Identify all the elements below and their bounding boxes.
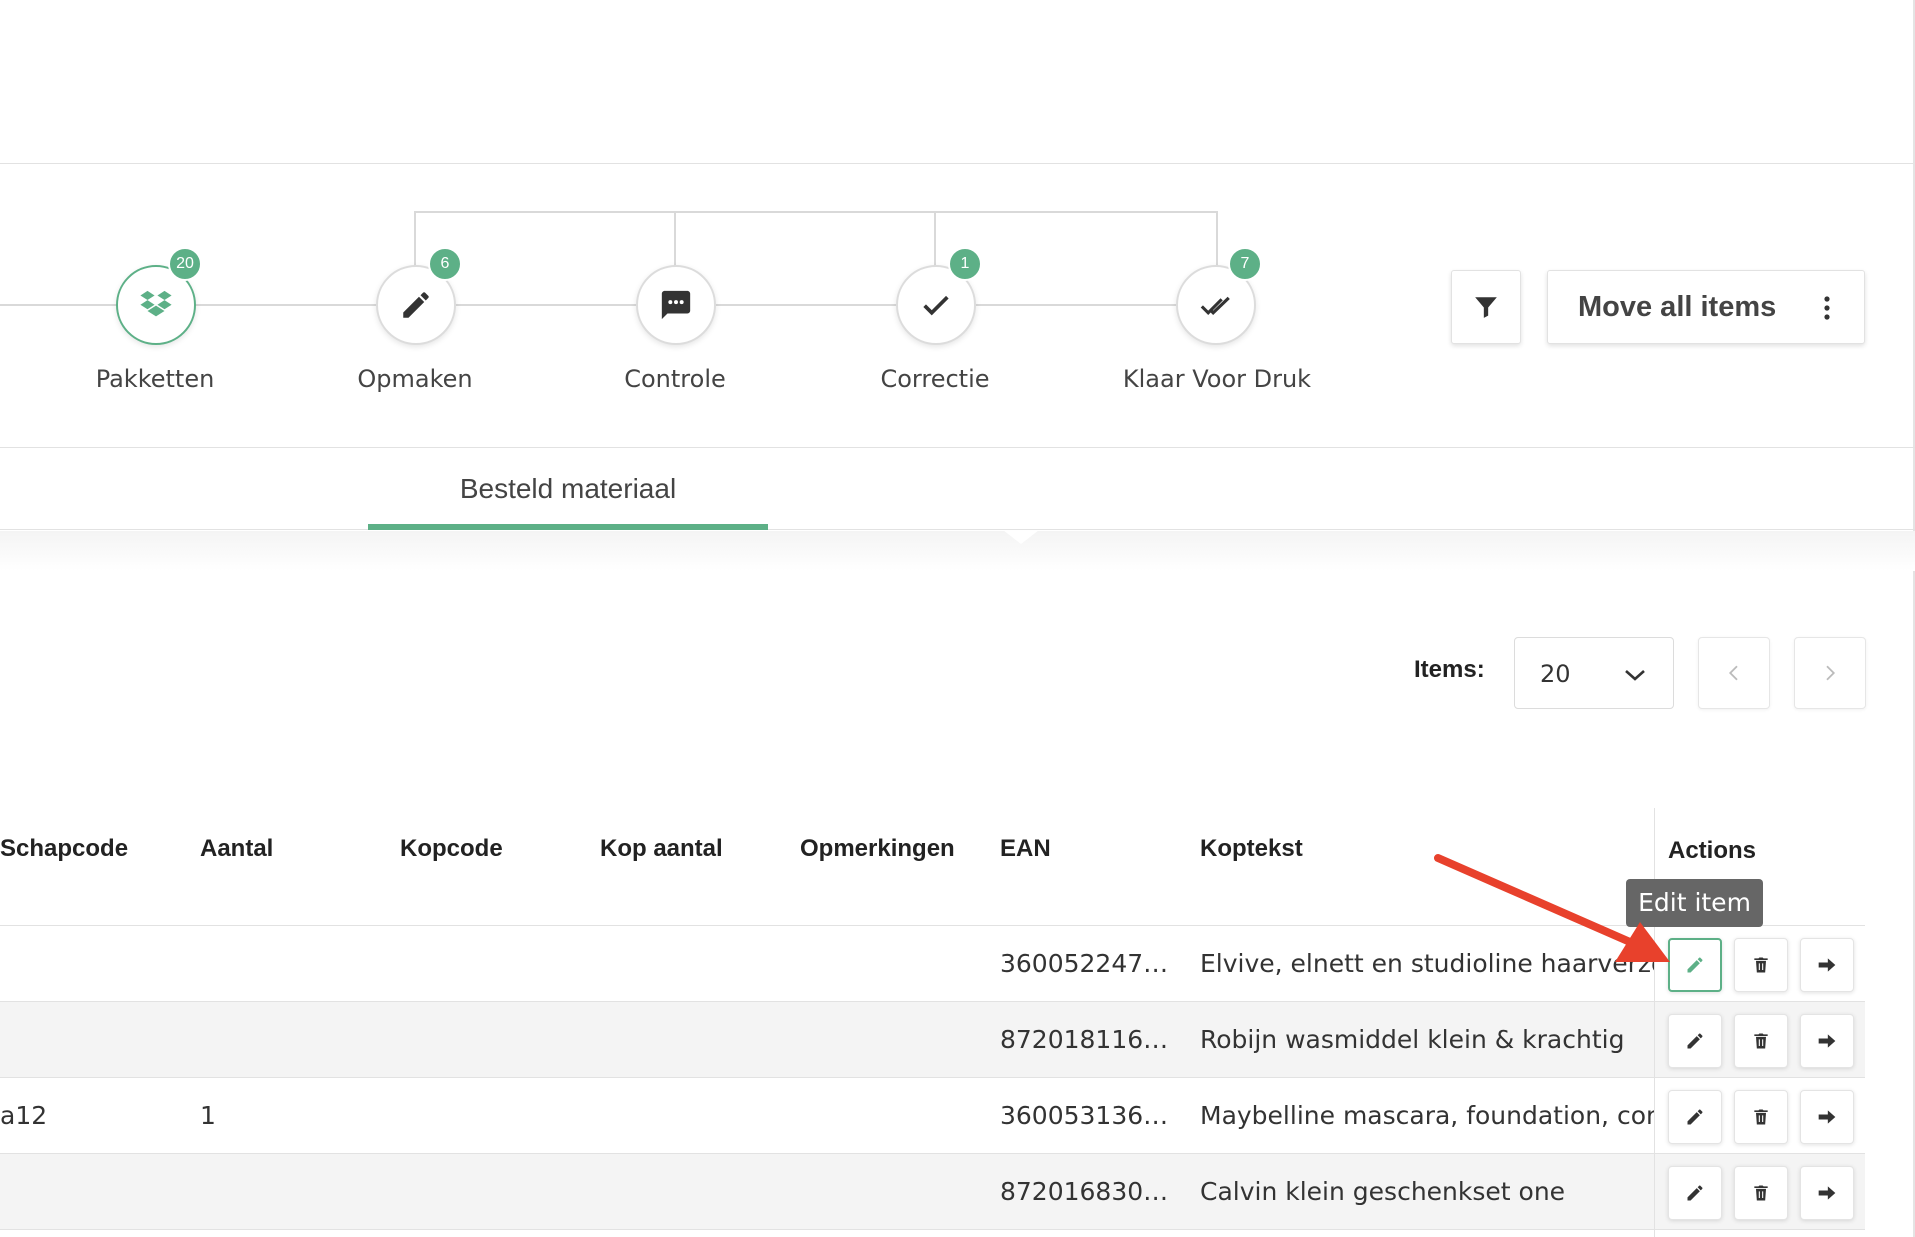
dropbox-icon [140, 290, 172, 317]
check-icon [923, 295, 949, 316]
cell-schapcode [0, 926, 190, 1001]
column-header-kop-aantal[interactable]: Kop aantal [600, 835, 723, 863]
cell-ean: 3600531369… [1000, 1101, 1170, 1130]
previous-page-button[interactable] [1698, 637, 1770, 709]
workflow-bracket [414, 211, 1218, 213]
step-badge: 7 [1228, 247, 1262, 281]
filter-button[interactable] [1451, 270, 1521, 344]
cell-schapcode [0, 1154, 190, 1229]
comment-icon [661, 290, 691, 320]
pencil-icon [1687, 1109, 1703, 1125]
bracket-drop-2 [674, 211, 676, 271]
move-all-items-button[interactable]: Move all items [1547, 270, 1865, 344]
annotation-arrow-icon [1434, 854, 1670, 962]
edit-item-button[interactable] [1668, 1090, 1722, 1144]
bracket-drop-1 [414, 211, 416, 271]
step-badge: 1 [948, 247, 982, 281]
tab-bar: Besteld materiaal [0, 449, 1915, 530]
filter-icon [1475, 297, 1497, 318]
bracket-drop-4 [1216, 211, 1218, 271]
pencil-icon [1687, 1185, 1703, 1201]
double-check-icon [1200, 296, 1230, 315]
edit-item-button[interactable] [1668, 1014, 1722, 1068]
trash-icon [1754, 1033, 1768, 1049]
cell-aantal [200, 926, 350, 1001]
arrow-right-icon [1818, 1034, 1836, 1048]
arrow-right-icon [1818, 1110, 1836, 1124]
tab-notch [1003, 530, 1039, 544]
trash-icon [1754, 1185, 1768, 1201]
move-all-items-label: Move all items [1578, 290, 1777, 323]
cell-koptekst: Calvin klein geschenkset one [1200, 1177, 1566, 1206]
column-header-koptekst[interactable]: Koptekst [1200, 835, 1303, 863]
column-header-kopcode[interactable]: Kopcode [400, 835, 503, 863]
chevron-left-icon [1728, 665, 1738, 681]
step-controle[interactable] [636, 265, 716, 345]
chevron-right-icon [1826, 665, 1836, 681]
move-item-button[interactable] [1800, 938, 1854, 992]
step-label: Correctie [880, 365, 990, 393]
top-header-area [0, 0, 1915, 164]
step-label: Pakketten [95, 365, 215, 393]
move-item-button[interactable] [1800, 1014, 1854, 1068]
items-per-page-select[interactable]: 20 [1514, 637, 1674, 709]
table-row: a12 1 3600531369… Maybelline mascara, fo… [0, 1078, 1865, 1154]
cell-koptekst: Maybelline mascara, foundation, conce [1200, 1101, 1654, 1130]
step-label: Opmaken [357, 365, 473, 393]
items-per-page-value: 20 [1540, 660, 1571, 688]
trash-icon [1754, 957, 1768, 973]
arrow-right-icon [1818, 958, 1836, 972]
chevron-down-icon [1625, 670, 1645, 681]
move-item-button[interactable] [1800, 1166, 1854, 1220]
cell-ean: 8720168302… [1000, 1177, 1170, 1206]
kebab-menu-icon [1824, 296, 1830, 320]
tab-besteld-materiaal[interactable]: Besteld materiaal [368, 449, 768, 530]
cell-aantal [200, 1002, 350, 1077]
column-header-aantal[interactable]: Aantal [200, 835, 273, 863]
cell-aantal [200, 1154, 350, 1229]
step-label: Klaar Voor Druk [1122, 365, 1312, 393]
step-badge: 20 [168, 247, 202, 281]
active-tab-indicator [368, 524, 768, 530]
column-header-schapcode[interactable]: Schapcode [0, 835, 128, 863]
cell-ean: 8720181160… [1000, 1025, 1170, 1054]
delete-item-button[interactable] [1734, 1090, 1788, 1144]
step-label: Controle [624, 365, 726, 393]
items-per-page-label: Items: [1414, 656, 1485, 683]
column-header-opmerkingen[interactable]: Opmerkingen [800, 835, 955, 863]
pencil-icon [403, 292, 429, 318]
next-page-button[interactable] [1794, 637, 1866, 709]
pencil-icon [1687, 1033, 1703, 1049]
trash-icon [1754, 1109, 1768, 1125]
bracket-drop-3 [934, 211, 936, 271]
cell-aantal: 1 [200, 1101, 216, 1130]
arrow-right-icon [1818, 1186, 1836, 1200]
tab-shadow [0, 531, 1915, 571]
table-row: 8720168302… Calvin klein geschenkset one [0, 1154, 1865, 1230]
column-header-ean[interactable]: EAN [1000, 835, 1051, 863]
edit-item-button[interactable] [1668, 1166, 1722, 1220]
cell-ean: 3600522471… [1000, 949, 1170, 978]
cell-koptekst: Robijn wasmiddel klein & krachtig [1200, 1025, 1625, 1054]
cell-schapcode: a12 [0, 1101, 48, 1130]
delete-item-button[interactable] [1734, 1014, 1788, 1068]
cell-schapcode [0, 1002, 190, 1077]
step-badge: 6 [428, 247, 462, 281]
table-row: 8720181160… Robijn wasmiddel klein & kra… [0, 1002, 1865, 1078]
delete-item-button[interactable] [1734, 1166, 1788, 1220]
delete-item-button[interactable] [1734, 938, 1788, 992]
move-item-button[interactable] [1800, 1090, 1854, 1144]
